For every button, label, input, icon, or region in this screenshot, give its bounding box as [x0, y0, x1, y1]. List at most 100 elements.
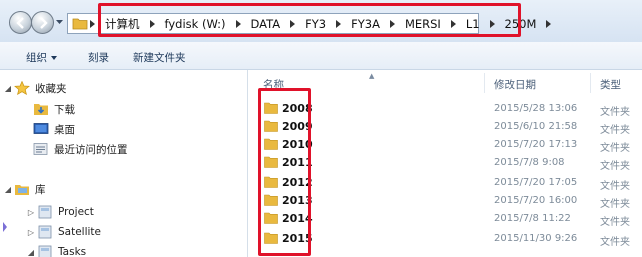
nav-favorites-label: 收藏夹 — [35, 82, 67, 95]
recent-pages-dropdown-icon[interactable] — [55, 18, 64, 26]
burn-button[interactable]: 刻录 — [88, 50, 109, 65]
nav-item-recent-places[interactable]: 最近访问的位置 — [33, 141, 128, 157]
nav-item-project-label: Project — [58, 206, 94, 218]
breadcrumb-data[interactable]: DATA — [250, 17, 282, 31]
file-list-pane: ▲ 名称 修改日期 类型 2008 2015/5/28 13:06 文件夹 20… — [248, 70, 642, 257]
breadcrumb-chevron-icon[interactable] — [489, 19, 495, 28]
file-row[interactable]: 2013 2015/7/20 16:00 文件夹 — [262, 192, 642, 210]
breadcrumb: 计算机 fydisk (W:) DATA FY3 FY3A MERSI L1 2… — [104, 14, 560, 33]
file-type: 文件夹 — [600, 217, 630, 228]
column-header-type[interactable]: 类型 — [600, 77, 621, 92]
breadcrumb-250m[interactable]: 250M — [504, 17, 538, 31]
nav-item-satellite-label: Satellite — [58, 226, 102, 238]
file-type: 文件夹 — [600, 125, 630, 136]
library-icon — [38, 225, 52, 239]
back-button[interactable] — [9, 11, 32, 34]
folder-icon — [72, 18, 88, 30]
breadcrumb-fy3a[interactable]: FY3A — [350, 17, 381, 31]
file-name: 2009 — [282, 120, 313, 133]
navigation-pane: ◢ 收藏夹 下载 桌面 最近访问的位置 ◢ 库 ▷ Project ▷ Sate… — [0, 70, 247, 257]
file-name: 2012 — [282, 176, 313, 189]
folder-icon — [264, 212, 278, 224]
address-bar-row: 计算机 fydisk (W:) DATA FY3 FY3A MERSI L1 2… — [0, 0, 642, 42]
breadcrumb-chevron-icon[interactable] — [290, 19, 296, 28]
breadcrumb-root-chevron-icon[interactable] — [90, 20, 95, 28]
breadcrumb-mersi[interactable]: MERSI — [404, 17, 442, 31]
breadcrumb-chevron-icon[interactable] — [235, 19, 241, 28]
nav-item-desktop[interactable]: 桌面 — [33, 121, 75, 137]
breadcrumb-chevron-icon[interactable] — [149, 19, 155, 28]
file-row[interactable]: 2014 2015/7/8 11:22 文件夹 — [262, 210, 642, 228]
breadcrumb-chevron-icon[interactable] — [389, 19, 395, 28]
forward-button[interactable] — [31, 11, 54, 34]
breadcrumb-chevron-icon[interactable] — [546, 19, 552, 28]
libraries-icon — [15, 185, 29, 195]
nav-item-tasks-label: Tasks — [58, 246, 87, 257]
file-name: 2008 — [282, 102, 313, 115]
star-icon — [14, 81, 30, 95]
organize-caret-icon — [51, 56, 57, 60]
recent-places-icon — [33, 143, 48, 155]
nav-item-tasks[interactable]: ◢ Tasks — [27, 244, 86, 257]
library-icon — [38, 245, 52, 257]
breadcrumb-fy3[interactable]: FY3 — [304, 17, 327, 31]
nav-libraries[interactable]: ◢ 库 — [4, 181, 46, 197]
file-row[interactable]: 2011 2015/7/8 9:08 文件夹 — [262, 154, 642, 172]
folder-icon — [264, 156, 278, 168]
column-divider[interactable] — [590, 73, 591, 93]
file-name: 2013 — [282, 194, 313, 207]
file-type: 文件夹 — [600, 199, 630, 210]
file-name: 2015 — [282, 232, 313, 245]
file-row[interactable]: 2015 2015/11/30 9:26 文件夹 — [262, 230, 642, 248]
file-date: 2015/7/8 11:22 — [494, 213, 571, 224]
folder-icon — [264, 138, 278, 150]
new-folder-button[interactable]: 新建文件夹 — [133, 50, 186, 65]
desktop-icon — [33, 123, 49, 134]
download-folder-icon — [34, 104, 48, 115]
file-row[interactable]: 2008 2015/5/28 13:06 文件夹 — [262, 100, 642, 118]
breadcrumb-chevron-icon[interactable] — [336, 19, 342, 28]
column-divider[interactable] — [484, 73, 485, 93]
file-name: 2011 — [282, 156, 313, 169]
file-date: 2015/6/10 21:58 — [494, 121, 578, 132]
folder-icon — [264, 232, 278, 244]
column-header-name[interactable]: 名称 — [263, 77, 284, 92]
expand-arrow-icon[interactable]: ◢ — [4, 185, 12, 194]
file-date: 2015/7/8 9:08 — [494, 157, 565, 168]
file-date: 2015/7/20 17:13 — [494, 139, 578, 150]
file-name: 2014 — [282, 212, 313, 225]
file-row[interactable]: 2012 2015/7/20 17:05 文件夹 — [262, 174, 642, 192]
nav-item-desktop-label: 桌面 — [54, 123, 75, 136]
command-toolbar: 组织 刻录 新建文件夹 — [0, 42, 642, 70]
expand-arrow-icon[interactable]: ◢ — [4, 84, 12, 93]
nav-item-recent-places-label: 最近访问的位置 — [54, 143, 128, 156]
selection-marker-icon — [3, 222, 7, 232]
file-row[interactable]: 2009 2015/6/10 21:58 文件夹 — [262, 118, 642, 136]
expand-arrow-icon[interactable]: ◢ — [27, 248, 35, 257]
nav-item-satellite[interactable]: ▷ Satellite — [27, 224, 101, 240]
file-type: 文件夹 — [600, 237, 630, 248]
file-type: 文件夹 — [600, 107, 630, 118]
file-type: 文件夹 — [600, 143, 630, 154]
breadcrumb-l1[interactable]: L1 — [465, 17, 481, 31]
collapsed-arrow-icon[interactable]: ▷ — [27, 228, 35, 237]
nav-item-downloads-label: 下载 — [54, 103, 75, 116]
sort-ascending-icon: ▲ — [369, 72, 375, 80]
breadcrumb-chevron-icon[interactable] — [450, 19, 456, 28]
column-header-date-modified[interactable]: 修改日期 — [494, 77, 536, 92]
breadcrumb-computer[interactable]: 计算机 — [104, 16, 141, 32]
forward-arrow-icon — [40, 17, 48, 29]
file-row[interactable]: 2010 2015/7/20 17:13 文件夹 — [262, 136, 642, 154]
file-date: 2015/11/30 9:26 — [494, 233, 578, 244]
collapsed-arrow-icon[interactable]: ▷ — [27, 208, 35, 217]
folder-icon — [264, 176, 278, 188]
folder-icon — [264, 194, 278, 206]
organize-button[interactable]: 组织 — [26, 50, 57, 65]
address-box[interactable]: 计算机 fydisk (W:) DATA FY3 FY3A MERSI L1 2… — [67, 13, 552, 34]
file-date: 2015/7/20 17:05 — [494, 177, 578, 188]
nav-item-downloads[interactable]: 下载 — [33, 101, 75, 117]
breadcrumb-drive[interactable]: fydisk (W:) — [164, 17, 227, 31]
file-type: 文件夹 — [600, 181, 630, 192]
nav-item-project[interactable]: ▷ Project — [27, 204, 94, 220]
nav-favorites[interactable]: ◢ 收藏夹 — [4, 80, 67, 96]
